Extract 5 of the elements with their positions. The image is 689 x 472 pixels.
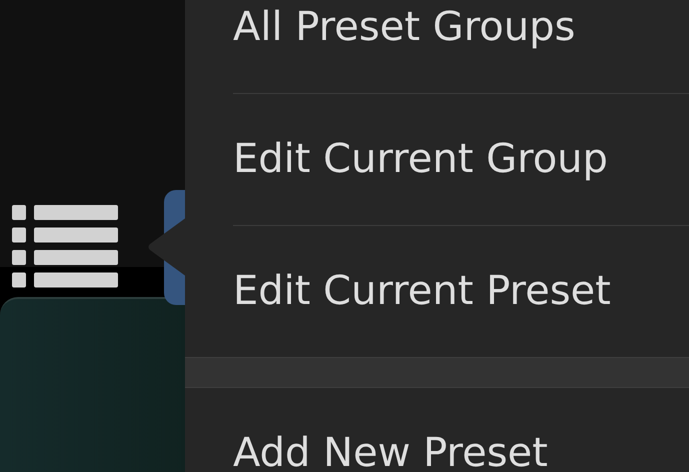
menu-item[interactable]: All Preset Groups	[185, 0, 689, 93]
menu-item[interactable]: Edit Current Preset	[185, 226, 689, 357]
menu-item[interactable]: Edit Current Group	[185, 94, 689, 225]
menu-item[interactable]: Add New Preset	[185, 388, 689, 472]
list-icon[interactable]	[12, 205, 118, 289]
